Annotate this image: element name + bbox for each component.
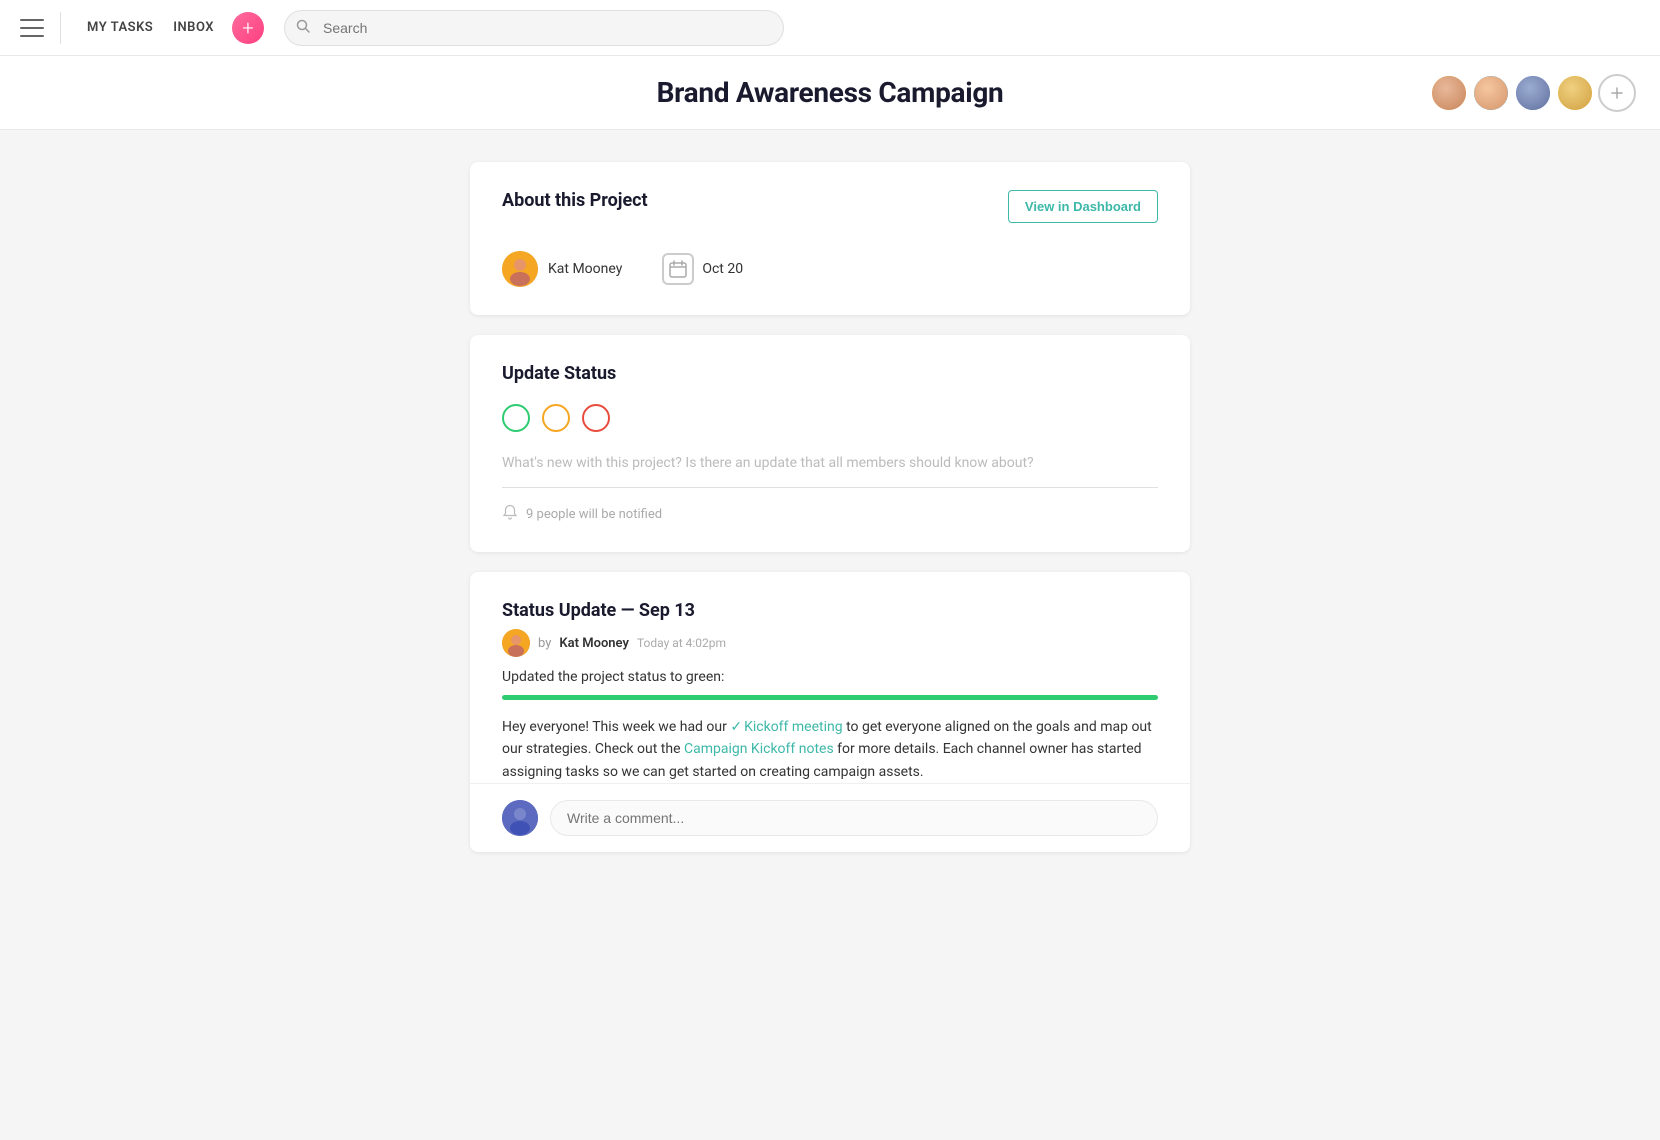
update-status-title: Update Status [502,363,1158,384]
status-textarea-placeholder[interactable]: What's new with this project? Is there a… [502,455,1034,471]
status-update-header: Status Update — Sep 13 by Kat Mooney Tod… [502,600,1158,657]
post-author-name: Kat Mooney [559,636,629,651]
calendar-icon [662,253,694,285]
status-update-title: Status Update — Sep 13 [502,600,1158,621]
view-dashboard-button[interactable]: View in Dashboard [1008,190,1158,223]
main-content: About this Project View in Dashboard Kat… [450,130,1210,904]
bell-icon [502,504,518,524]
by-label: by [538,636,551,651]
about-project-card: About this Project View in Dashboard Kat… [470,162,1190,315]
status-circles [502,404,1158,432]
status-circle-red[interactable] [582,404,610,432]
body-text-1: Hey everyone! This week we had our [502,719,730,735]
green-progress-bar [502,695,1158,700]
member-avatars [1430,74,1636,112]
status-circle-green[interactable] [502,404,530,432]
top-navigation: MY TASKS INBOX + [0,0,1660,56]
hamburger-menu[interactable] [20,19,44,37]
about-card-title: About this Project [502,190,648,211]
update-status-card: Update Status What's new with this proje… [470,335,1190,552]
member-avatar-3[interactable] [1514,74,1552,112]
campaign-notes-link[interactable]: Campaign Kickoff notes [684,741,834,757]
update-status-text: Updated the project status to green: [502,669,1158,685]
search-input[interactable] [284,10,784,46]
project-date: Oct 20 [662,253,743,285]
update-body-text: Hey everyone! This week we had our ✓Kick… [502,716,1158,783]
member-avatar-2[interactable] [1472,74,1510,112]
inbox-link[interactable]: INBOX [163,14,224,41]
my-tasks-link[interactable]: MY TASKS [77,14,163,41]
project-owner: Kat Mooney [502,251,622,287]
post-author-avatar [502,629,530,657]
add-button[interactable]: + [232,12,264,44]
add-member-button[interactable] [1598,74,1636,112]
status-update-meta: by Kat Mooney Today at 4:02pm [502,629,1158,657]
status-textarea-wrap: What's new with this project? Is there a… [502,452,1158,488]
comment-row [470,783,1190,852]
owner-name: Kat Mooney [548,261,622,277]
kickoff-meeting-link[interactable]: Kickoff meeting [744,719,843,735]
about-card-header: About this Project View in Dashboard [502,190,1158,231]
page-header: Brand Awareness Campaign [0,56,1660,130]
search-container [284,10,784,46]
notification-text: 9 people will be notified [526,507,662,522]
nav-divider [60,12,61,44]
search-icon [296,19,310,37]
page-title: Brand Awareness Campaign [0,76,1660,109]
project-date-text: Oct 20 [702,261,743,277]
owner-avatar [502,251,538,287]
comment-input[interactable] [550,800,1158,836]
status-circle-yellow[interactable] [542,404,570,432]
member-avatar-4[interactable] [1556,74,1594,112]
commenter-avatar [502,800,538,836]
notification-row: 9 people will be notified [502,504,1158,524]
checkmark-icon: ✓ [730,719,742,735]
member-avatar-1[interactable] [1430,74,1468,112]
status-update-post-card: Status Update — Sep 13 by Kat Mooney Tod… [470,572,1190,852]
post-timestamp: Today at 4:02pm [637,636,726,650]
project-info-row: Kat Mooney Oct 20 [502,251,1158,287]
